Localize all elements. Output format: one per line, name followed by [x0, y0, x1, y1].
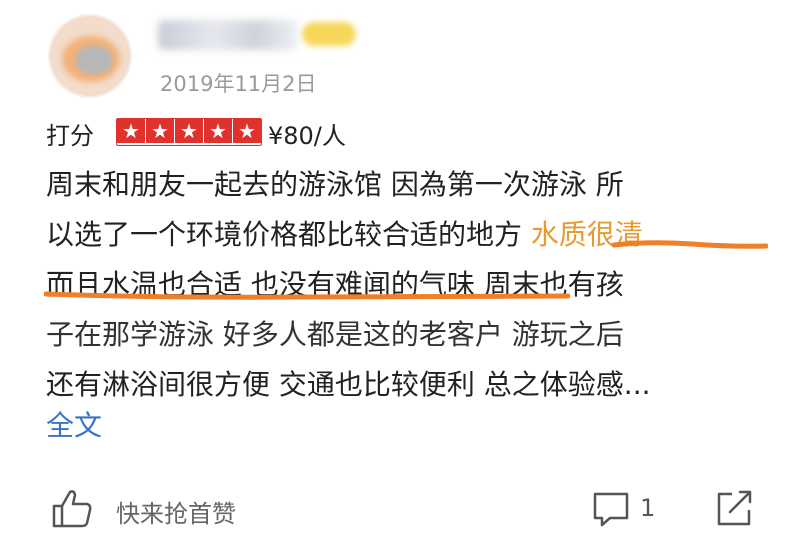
review-date: 2019年11月2日 — [160, 72, 317, 96]
comment-count[interactable]: 1 — [640, 494, 655, 522]
comment-icon[interactable] — [592, 490, 630, 528]
star-icon: ★ — [175, 119, 204, 143]
review-line-5: 还有淋浴间很方便 交通也比较便利 总之体验感... — [46, 368, 651, 401]
review-line-1: 周末和朋友一起去的游泳馆 因為第一次游泳 所 — [46, 168, 624, 201]
review-line-2-text: 以选了一个环境价格都比较合适的地方 — [46, 218, 531, 251]
star-icon: ★ — [233, 119, 261, 143]
review-line-4-text: 子在那学游泳 好多人都是这的老客户 游玩之后 — [46, 318, 624, 351]
price-per-person: ¥80/人 — [268, 122, 346, 150]
review-line-2: 以选了一个环境价格都比较合适的地方 水质很清 — [46, 210, 786, 260]
review-text[interactable]: 周末和朋友一起去的游泳馆 因為第一次游泳 所 以选了一个环境价格都比较合适的地方… — [46, 160, 786, 410]
share-icon[interactable] — [714, 488, 754, 528]
highlight-underline-1 — [612, 240, 768, 249]
username-blurred[interactable] — [158, 20, 298, 50]
user-avatar[interactable] — [48, 14, 132, 98]
star-icon: ★ — [204, 119, 233, 143]
star-icon: ★ — [117, 119, 146, 143]
highlight-underline-2 — [44, 291, 570, 300]
star-rating: ★ ★ ★ ★ ★ — [116, 118, 262, 146]
review-line-4: 子在那学游泳 好多人都是这的老客户 游玩之后 — [46, 310, 786, 360]
full-text-link[interactable]: 全文 — [46, 404, 102, 444]
user-level-badge — [302, 22, 356, 46]
star-icon: ★ — [146, 119, 175, 143]
thumbs-up-icon[interactable] — [50, 486, 94, 530]
avatar-image-blurred-detail — [76, 46, 112, 74]
like-button-label[interactable]: 快来抢首赞 — [116, 494, 236, 529]
rating-label: 打分 — [46, 122, 94, 150]
